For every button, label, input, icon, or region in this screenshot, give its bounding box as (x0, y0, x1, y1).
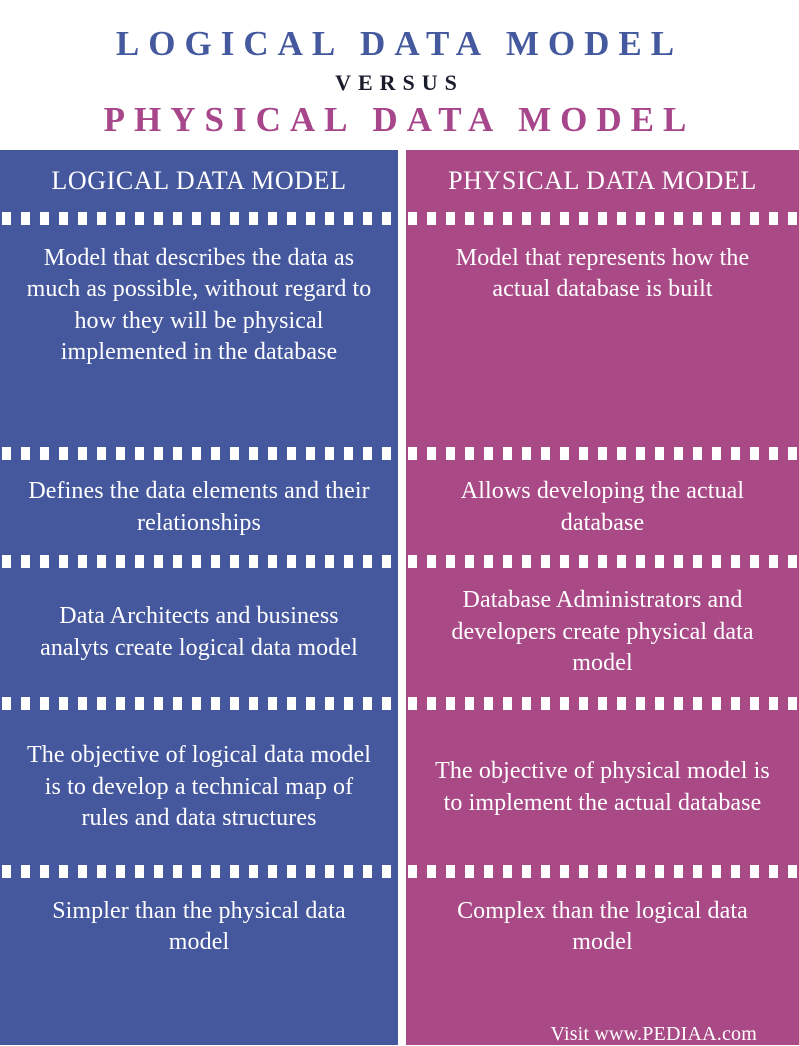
column-header-physical-label: PHYSICAL DATA MODEL (448, 165, 757, 195)
table-cell-text: The objective of logical data model is t… (26, 742, 372, 832)
column-logical: LOGICAL DATA MODEL Model that describes … (0, 150, 398, 1045)
row-divider (406, 555, 799, 568)
table-cell-text: Allows developing the actual database (460, 478, 745, 536)
title-logical: LOGICAL DATA MODEL (115, 24, 684, 63)
row-divider (406, 697, 799, 710)
column-header-logical-label: LOGICAL DATA MODEL (51, 165, 347, 195)
row-divider (406, 865, 799, 878)
table-cell-text: Data Architects and business analyts cre… (40, 603, 358, 661)
table-cell-physical-2: Allows developing the actual database (406, 460, 799, 555)
column-physical: PHYSICAL DATA MODEL Model that represent… (406, 150, 799, 1045)
table-cell-logical-2: Defines the data elements and their rela… (0, 460, 398, 555)
row-divider (0, 212, 398, 225)
table-cell-physical-1: Model that represents how the actual dat… (406, 225, 799, 447)
table-cell-physical-5: Complex than the logical data model Visi… (406, 878, 799, 1046)
row-divider (0, 447, 398, 460)
title-physical: PHYSICAL DATA MODEL (103, 99, 696, 139)
row-divider (0, 555, 398, 568)
column-header-logical: LOGICAL DATA MODEL (0, 150, 398, 212)
comparison-table: LOGICAL DATA MODEL Model that describes … (0, 150, 799, 1045)
row-divider (406, 212, 799, 225)
table-cell-physical-4: The objective of physical model is to im… (406, 710, 799, 865)
table-cell-logical-1: Model that describes the data as much as… (0, 225, 398, 447)
table-cell-text: Database Administrators and developers c… (451, 587, 754, 677)
table-cell-logical-3: Data Architects and business analyts cre… (0, 568, 398, 697)
table-cell-text: Model that describes the data as much as… (26, 245, 372, 366)
table-cell-text-wrap: Complex than the logical data model (432, 896, 773, 959)
table-cell-text: Complex than the logical data model (457, 898, 748, 956)
table-cell-text: Simpler than the physical data model (52, 898, 346, 956)
row-divider (0, 697, 398, 710)
title-block: LOGICAL DATA MODEL VERSUS PHYSICAL DATA … (0, 0, 799, 150)
table-cell-logical-5: Simpler than the physical data model (0, 878, 398, 1045)
row-divider (406, 447, 799, 460)
comparison-infographic: LOGICAL DATA MODEL VERSUS PHYSICAL DATA … (0, 0, 799, 1045)
table-cell-physical-3: Database Administrators and developers c… (406, 568, 799, 697)
column-header-physical: PHYSICAL DATA MODEL (406, 150, 799, 212)
table-cell-text: Model that represents how the actual dat… (455, 245, 750, 303)
attribution-text: Visit www.PEDIAA.com (550, 1022, 757, 1045)
title-versus: VERSUS (335, 69, 464, 95)
table-cell-text: Defines the data elements and their rela… (28, 478, 370, 536)
table-cell-text: The objective of physical model is to im… (435, 758, 770, 816)
column-gutter (398, 150, 406, 1045)
row-divider (0, 865, 398, 878)
table-cell-logical-4: The objective of logical data model is t… (0, 710, 398, 865)
